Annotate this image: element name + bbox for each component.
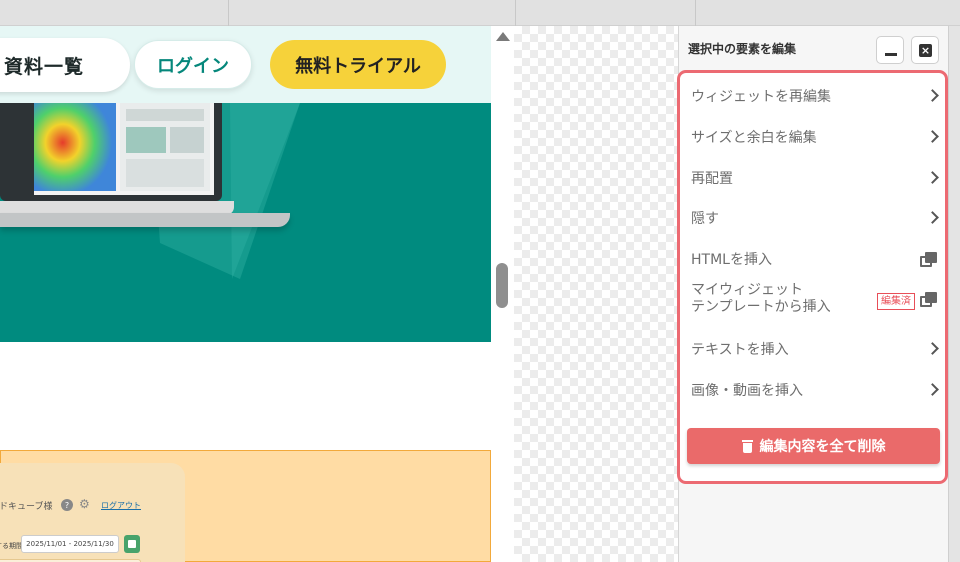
menu-item-label-line1: マイウィジェット <box>691 282 803 298</box>
menu-item-size-margin[interactable]: サイズと余白を編集 <box>691 120 939 156</box>
laptop-display <box>34 103 214 195</box>
selected-section[interactable]: ラッドキューブ様 ? ⚙ ログアウト 表示する期間 2025/11/01 - 2… <box>0 450 491 562</box>
edited-badge: 編集済 <box>877 293 915 310</box>
menu-item-insert-media[interactable]: 画像・動画を挿入 <box>691 373 939 409</box>
heatmap-graphic <box>34 103 210 191</box>
close-icon: × <box>919 44 932 57</box>
ruler-divider <box>515 0 516 26</box>
ruler-divider <box>228 0 229 26</box>
menu-item-label: 画像・動画を挿入 <box>691 383 803 399</box>
delete-all-edits-button[interactable]: 編集内容を全て削除 <box>687 428 940 464</box>
ruler-divider <box>695 0 696 26</box>
menu-item-label: 隠す <box>691 211 719 227</box>
mock-period-label: 表示する期間 <box>0 542 23 550</box>
menu-item-label: テキストを挿入 <box>691 342 789 358</box>
nav-documents-link[interactable]: 資料一覧 <box>4 52 84 79</box>
menu-item-insert-text[interactable]: テキストを挿入 <box>691 332 939 368</box>
menu-item-label: HTMLを挿入 <box>691 252 772 268</box>
menu-item-label: 再配置 <box>691 171 733 187</box>
chevron-right-icon <box>926 89 939 102</box>
dashboard-mock-card: ラッドキューブ様 ? ⚙ ログアウト 表示する期間 2025/11/01 - 2… <box>0 463 185 562</box>
trash-icon <box>741 439 753 453</box>
window-edge <box>948 26 960 562</box>
chevron-right-icon <box>926 342 939 355</box>
chevron-right-icon <box>926 211 939 224</box>
mock-logout-link: ログアウト <box>101 501 141 510</box>
site-header: 資料一覧 ログイン 無料トライアル <box>0 26 491 103</box>
menu-item-label: ウィジェットを再編集 <box>691 89 831 105</box>
laptop-screen <box>0 103 222 201</box>
help-icon: ? <box>61 499 73 511</box>
menu-item-insert-html[interactable]: HTMLを挿入 <box>691 242 937 278</box>
hero-section[interactable] <box>0 103 491 342</box>
gear-icon: ⚙ <box>79 497 90 511</box>
close-button[interactable]: × <box>911 36 939 64</box>
minimize-button[interactable] <box>876 36 904 64</box>
menu-item-hide[interactable]: 隠す <box>691 201 939 237</box>
scrollbar-thumb[interactable] <box>496 263 508 308</box>
chevron-right-icon <box>926 171 939 184</box>
transparent-canvas <box>514 26 678 562</box>
minimize-icon <box>885 53 897 56</box>
panel-title: 選択中の要素を編集 <box>688 42 797 56</box>
mock-date-range: 2025/11/01 - 2025/11/30 <box>21 535 119 553</box>
menu-item-my-widget-template[interactable]: マイウィジェット テンプレートから挿入 編集済 <box>691 282 937 322</box>
free-trial-button[interactable]: 無料トライアル <box>270 40 446 89</box>
top-ruler <box>0 0 960 26</box>
copy-icon <box>920 292 937 307</box>
login-button[interactable]: ログイン <box>134 40 252 89</box>
edit-menu: ウィジェットを再編集 サイズと余白を編集 再配置 隠す HTMLを挿入 マイウィ… <box>677 70 948 484</box>
chevron-right-icon <box>926 383 939 396</box>
menu-item-label-line2: テンプレートから挿入 <box>691 299 831 315</box>
delete-button-label: 編集内容を全て削除 <box>759 439 886 455</box>
menu-item-reposition[interactable]: 再配置 <box>691 161 939 197</box>
menu-item-label: サイズと余白を編集 <box>691 130 817 146</box>
page-preview[interactable]: 資料一覧 ログイン 無料トライアル ドキューブ様 ? ⚙ ログアウト る期間 2… <box>0 26 491 562</box>
menu-item-reedit-widget[interactable]: ウィジェットを再編集 <box>691 79 939 115</box>
editor-window: 資料一覧 ログイン 無料トライアル ドキューブ様 ? ⚙ ログアウト る期間 2… <box>0 0 960 562</box>
copy-icon <box>920 252 937 267</box>
calendar-icon <box>124 535 140 553</box>
mock-user-name: ラッドキューブ様 <box>0 502 53 512</box>
chevron-right-icon <box>926 130 939 143</box>
scroll-up-arrow-icon[interactable] <box>496 32 510 41</box>
blank-section[interactable] <box>0 342 491 450</box>
laptop-base <box>0 213 290 227</box>
